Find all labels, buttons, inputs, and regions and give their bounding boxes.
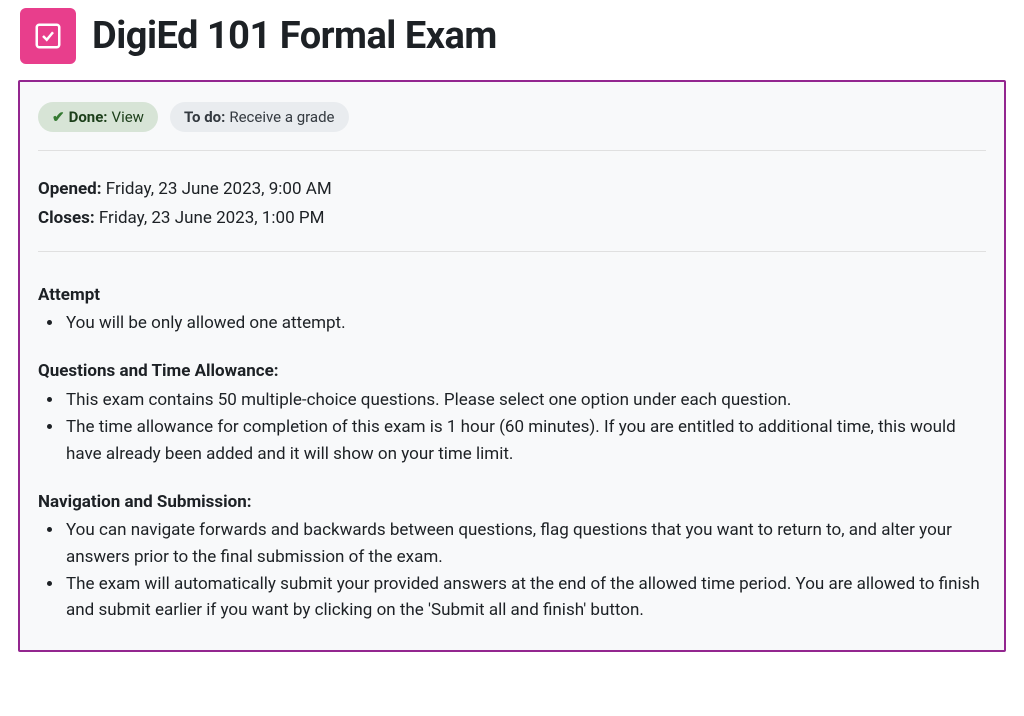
navigation-list: You can navigate forwards and backwards … [38,517,986,623]
list-item: This exam contains 50 multiple-choice qu… [64,387,986,413]
list-item: The exam will automatically submit your … [64,571,986,624]
opened-row: Opened: Friday, 23 June 2023, 9:00 AM [38,175,986,204]
done-text: View [112,108,144,126]
attempt-title: Attempt [38,282,986,308]
questions-list: This exam contains 50 multiple-choice qu… [38,387,986,467]
page-header: DigiEd 101 Formal Exam [8,4,1016,80]
closes-row: Closes: Friday, 23 June 2023, 1:00 PM [38,204,986,233]
status-done-badge: ✔ Done: View [38,102,158,132]
todo-text: Receive a grade [229,108,334,126]
opened-label: Opened: [38,179,102,199]
navigation-title: Navigation and Submission: [38,489,986,515]
closes-label: Closes: [38,208,95,228]
status-row: ✔ Done: View To do: Receive a grade [38,102,986,151]
questions-title: Questions and Time Allowance: [38,358,986,384]
opened-value: Friday, 23 June 2023, 9:00 AM [106,179,332,199]
todo-label: To do: [184,108,225,126]
instructions: Attempt You will be only allowed one att… [38,252,986,638]
check-icon: ✔ [52,108,65,126]
list-item: The time allowance for completion of thi… [64,414,986,467]
attempt-list: You will be only allowed one attempt. [38,310,986,336]
quiz-icon [20,8,76,64]
list-item: You can navigate forwards and backwards … [64,517,986,570]
closes-value: Friday, 23 June 2023, 1:00 PM [99,208,325,228]
exam-panel: ✔ Done: View To do: Receive a grade Open… [18,80,1006,652]
done-label: Done: [69,108,108,126]
dates-block: Opened: Friday, 23 June 2023, 9:00 AM Cl… [38,151,986,252]
list-item: You will be only allowed one attempt. [64,310,986,336]
page-title: DigiEd 101 Formal Exam [92,14,497,58]
status-todo-badge: To do: Receive a grade [170,102,349,132]
